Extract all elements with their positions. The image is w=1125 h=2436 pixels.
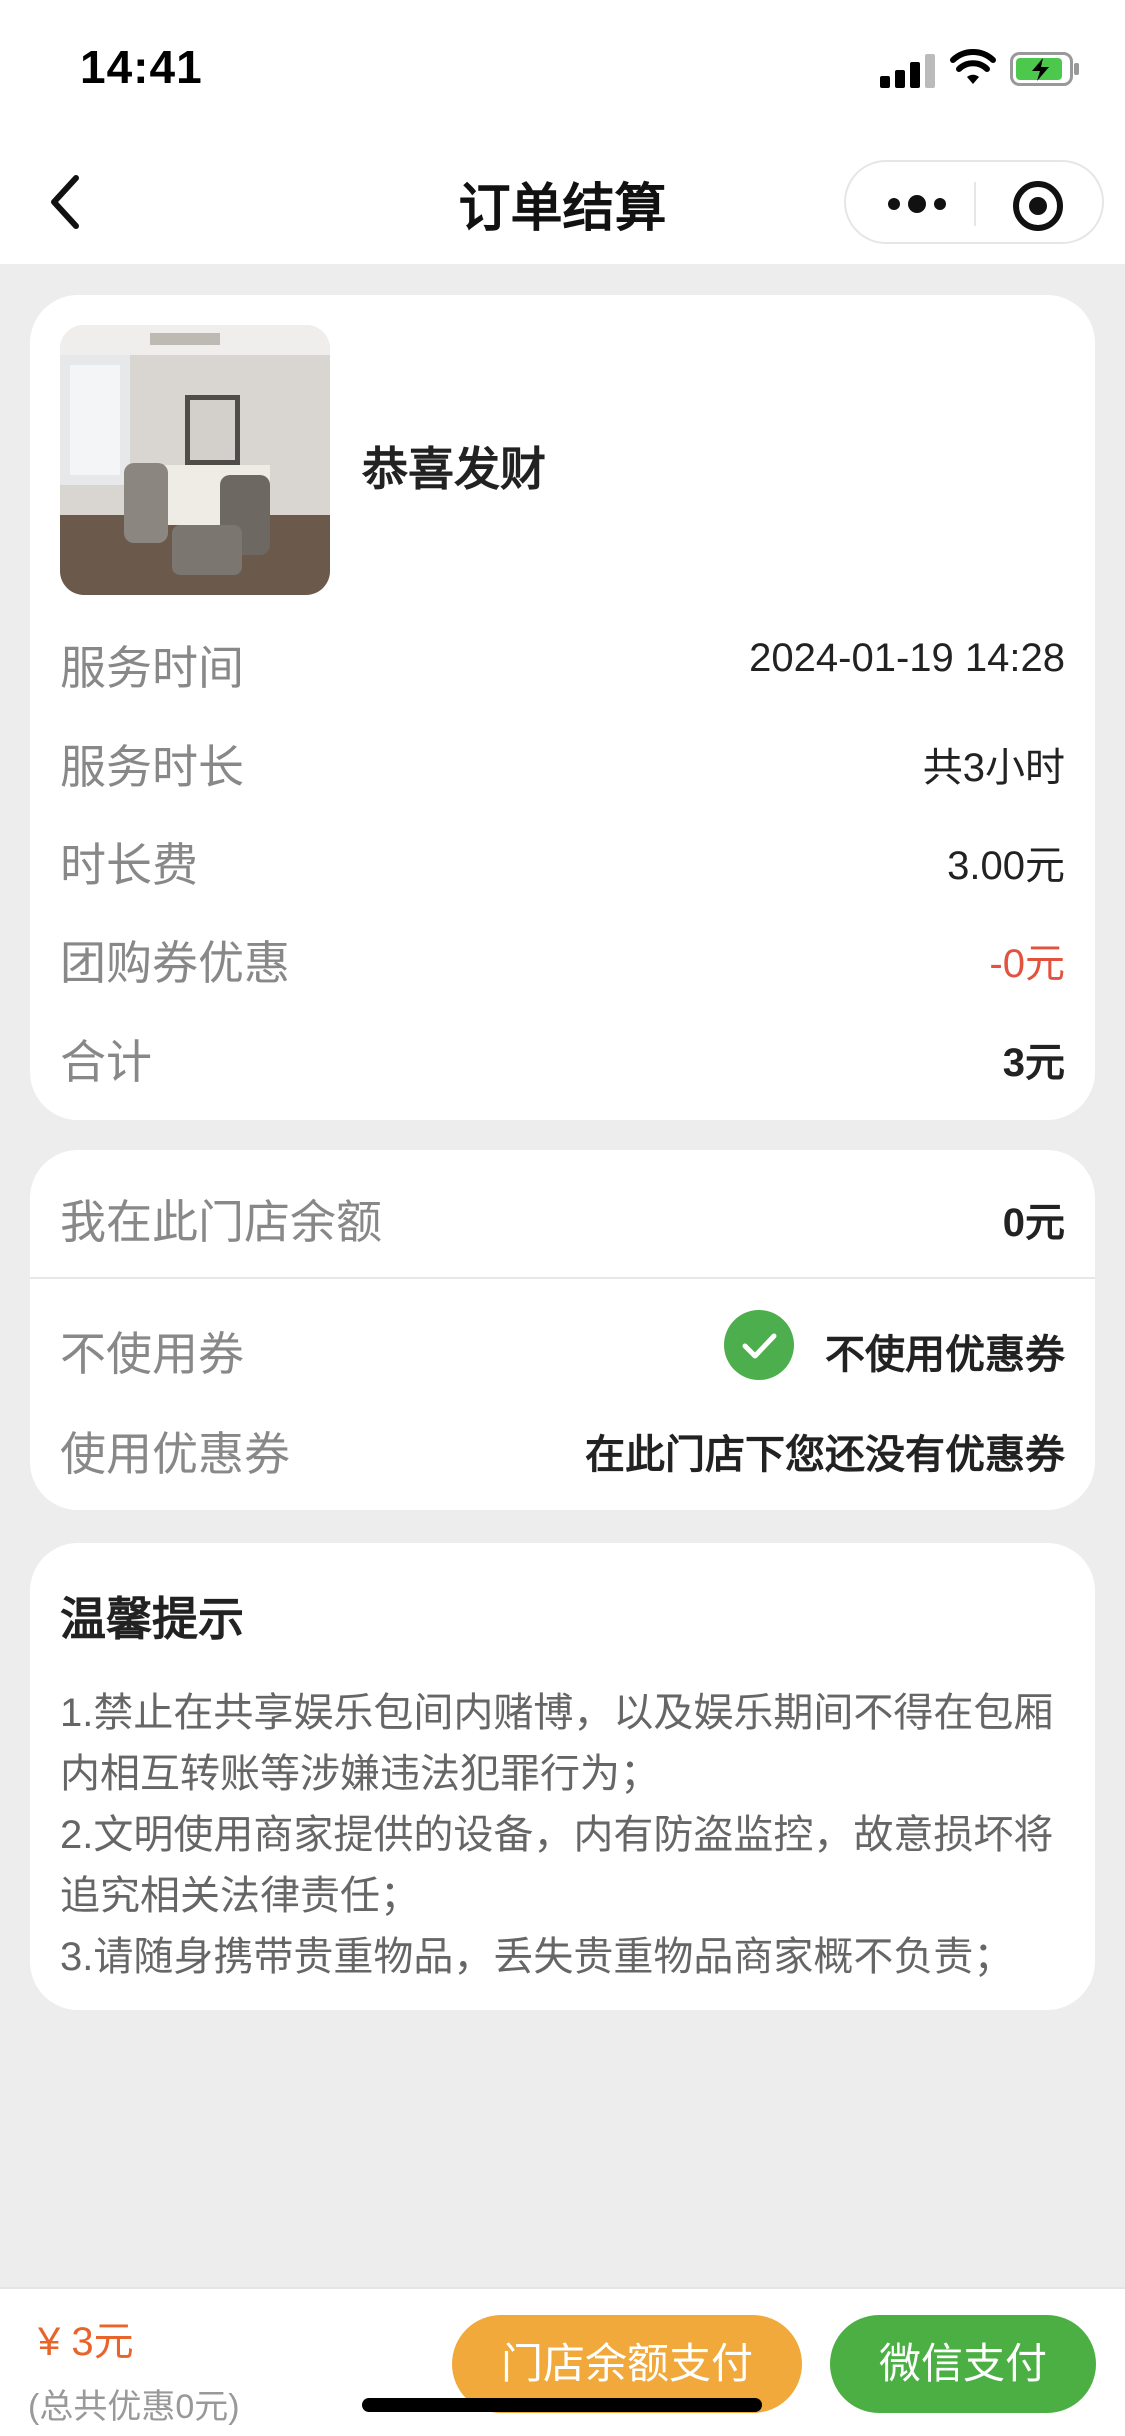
group-coupon-row: 团购券优惠 -0元 bbox=[60, 927, 1065, 989]
payment-bar: ¥ 3元 (总共优惠0元) 门店余额支付 微信支付 bbox=[0, 2287, 1125, 2436]
battery-charging-icon bbox=[1010, 52, 1079, 86]
duration-fee-row: 时长费 3.00元 bbox=[60, 829, 1065, 891]
cellular-signal-icon bbox=[880, 52, 936, 88]
room-name: 恭喜发财 bbox=[362, 443, 546, 495]
tips-title: 温馨提示 bbox=[60, 1593, 244, 1645]
home-indicator bbox=[362, 2398, 762, 2412]
tip-line: 2.文明使用商家提供的设备，内有防盗监控，故意损坏将追究相关法律责任； bbox=[60, 1813, 1054, 1918]
status-bar: 14:41 bbox=[0, 0, 1125, 140]
mini-program-capsule bbox=[844, 160, 1104, 244]
service-duration-value: 共3小时 bbox=[922, 746, 1065, 790]
service-time-value: 2024-01-19 14:28 bbox=[749, 636, 1065, 680]
duration-fee-value: 3.00元 bbox=[947, 844, 1065, 888]
tips-card: 温馨提示 1.禁止在共享娱乐包间内赌博，以及娱乐期间不得在包厢内相互转账等涉嫌违… bbox=[30, 1543, 1095, 2010]
store-balance-row: 我在此门店余额 0元 bbox=[60, 1186, 1065, 1248]
status-time: 14:41 bbox=[80, 41, 203, 93]
tip-line: 1.禁止在共享娱乐包间内赌博，以及娱乐期间不得在包厢内相互转账等涉嫌违法犯罪行为… bbox=[60, 1691, 1054, 1796]
wechat-pay-button[interactable]: 微信支付 bbox=[830, 2315, 1096, 2413]
capsule-divider bbox=[974, 182, 976, 226]
divider bbox=[30, 1277, 1095, 1279]
group-coupon-value: -0元 bbox=[989, 942, 1065, 986]
use-coupon-row[interactable]: 使用优惠券 在此门店下您还没有优惠券 bbox=[60, 1418, 1065, 1480]
total-label: 合计 bbox=[60, 1036, 152, 1088]
more-dots-icon[interactable] bbox=[882, 184, 952, 224]
total-row: 合计 3元 bbox=[60, 1026, 1065, 1088]
service-time-row: 服务时间 2024-01-19 14:28 bbox=[60, 632, 1065, 694]
store-balance-label: 我在此门店余额 bbox=[60, 1196, 382, 1248]
no-coupon-label: 不使用券 bbox=[60, 1328, 244, 1380]
tip-line: 3.请随身携带贵重物品，丢失贵重物品商家概不负责； bbox=[60, 1935, 1014, 1979]
wifi-icon bbox=[950, 49, 996, 84]
total-discount: (总共优惠0元) bbox=[28, 2388, 240, 2426]
total-value: 3元 bbox=[1002, 1041, 1065, 1085]
order-checkout-page: 14:41 订单结算 恭喜发财 服务时间 2024-01-19 14:28 服务… bbox=[0, 0, 1125, 2436]
balance-coupon-card: 我在此门店余额 0元 不使用券 不使用优惠券 使用优惠券 在此门店下您还没有优惠… bbox=[30, 1150, 1095, 1510]
no-coupon-row[interactable]: 不使用券 不使用优惠券 bbox=[60, 1318, 1065, 1380]
target-circle-icon[interactable] bbox=[1012, 180, 1064, 232]
order-info-card: 恭喜发财 服务时间 2024-01-19 14:28 服务时长 共3小时 时长费… bbox=[30, 295, 1095, 1120]
nav-bar: 订单结算 bbox=[0, 140, 1125, 264]
room-photo bbox=[60, 325, 330, 595]
selected-check-icon[interactable] bbox=[724, 1310, 794, 1380]
tips-body: 1.禁止在共享娱乐包间内赌博，以及娱乐期间不得在包厢内相互转账等涉嫌违法犯罪行为… bbox=[60, 1683, 1067, 1988]
duration-fee-label: 时长费 bbox=[60, 839, 198, 891]
service-time-label: 服务时间 bbox=[60, 642, 244, 694]
total-price: ¥ 3元 bbox=[38, 2320, 134, 2364]
service-duration-row: 服务时长 共3小时 bbox=[60, 731, 1065, 793]
group-coupon-label: 团购券优惠 bbox=[60, 937, 290, 989]
use-coupon-label: 使用优惠券 bbox=[60, 1428, 290, 1480]
service-duration-label: 服务时长 bbox=[60, 741, 244, 793]
no-coupon-value: 不使用优惠券 bbox=[825, 1333, 1065, 1377]
store-balance-value: 0元 bbox=[1002, 1201, 1065, 1245]
use-coupon-value: 在此门店下您还没有优惠券 bbox=[585, 1433, 1065, 1477]
